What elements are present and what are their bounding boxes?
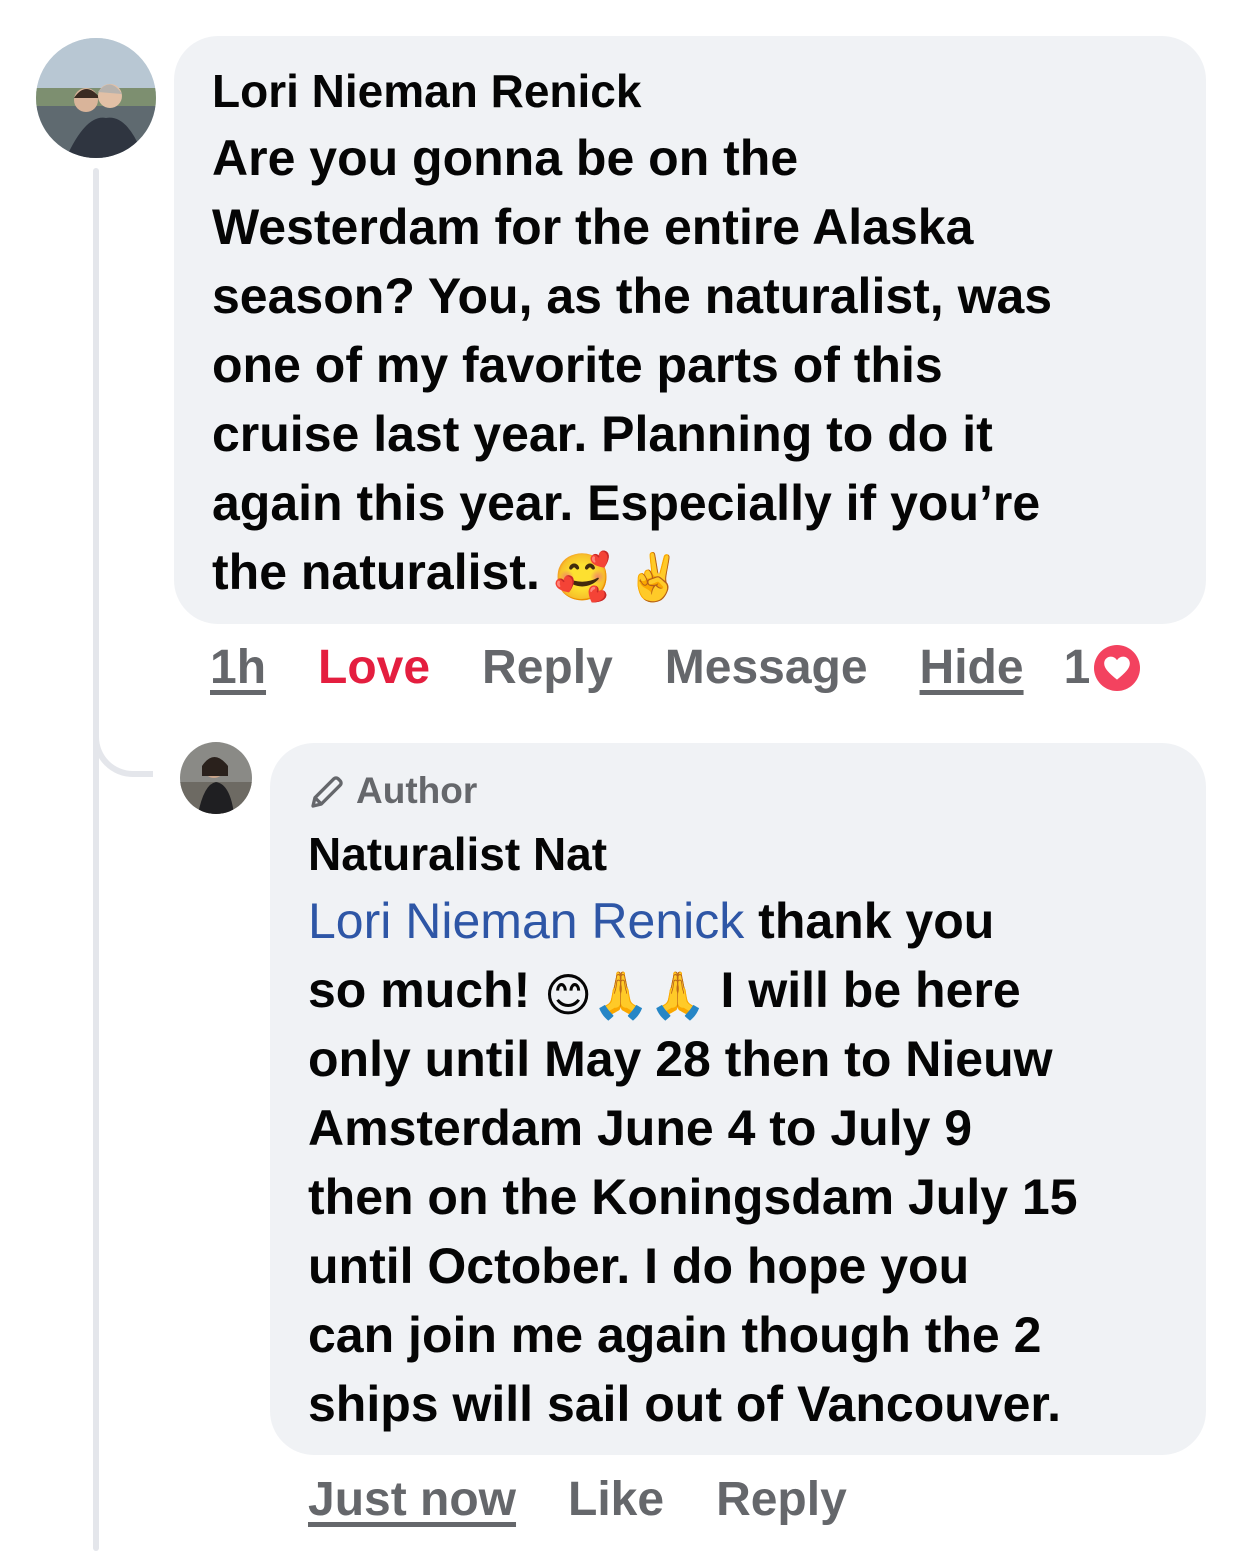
like-button[interactable]: Like	[568, 1472, 664, 1527]
comment-body: Are you gonna be on the Westerdam for th…	[212, 130, 1053, 600]
reply-button[interactable]: Reply	[482, 640, 613, 695]
author-badge: Author	[308, 769, 1168, 813]
mention-link[interactable]: Lori Nieman Renick	[308, 893, 744, 949]
reply-bubble: Author Naturalist Nat Lori Nieman Renick…	[270, 743, 1206, 1455]
comment-text: Are you gonna be on the Westerdam for th…	[212, 124, 1168, 607]
heart-icon	[1094, 644, 1141, 691]
avatar-image	[180, 742, 252, 814]
smile-pray-emojis: 😊🙏🙏	[544, 969, 707, 1021]
avatar-lori[interactable]	[36, 38, 156, 158]
reply-text: Lori Nieman Renick thank you so much! 😊🙏…	[308, 887, 1168, 1439]
victory-hand-emoji: ✌️	[624, 551, 683, 603]
reaction-count: 1	[1063, 641, 1091, 694]
thread-line	[93, 168, 99, 1551]
reply-button[interactable]: Reply	[716, 1472, 847, 1527]
thread-connector	[93, 705, 153, 777]
reply-author-name[interactable]: Naturalist Nat	[308, 825, 1168, 883]
message-button[interactable]: Message	[665, 640, 868, 695]
avatar-nat[interactable]	[180, 742, 252, 814]
pencil-icon	[311, 776, 343, 808]
author-badge-label: Author	[356, 770, 478, 811]
comment-bubble: Lori Nieman Renick Are you gonna be on t…	[174, 36, 1206, 624]
reaction-summary[interactable]: 1	[1064, 640, 1141, 695]
comment-author-name[interactable]: Lori Nieman Renick	[212, 62, 1168, 120]
reply-timestamp[interactable]: Just now	[308, 1472, 516, 1527]
hide-button[interactable]: Hide	[920, 640, 1024, 695]
comment-actions: 1h Love Reply Message Hide 1	[210, 640, 1210, 695]
avatar-image	[36, 38, 156, 158]
comment-timestamp[interactable]: 1h	[210, 640, 266, 695]
smiling-hearts-emoji: 🥰	[553, 551, 612, 603]
love-button[interactable]: Love	[318, 640, 430, 695]
reply-body-part-2: I will be here only until May 28 then to…	[308, 962, 1078, 1432]
reply-actions: Just now Like Reply	[308, 1472, 899, 1527]
